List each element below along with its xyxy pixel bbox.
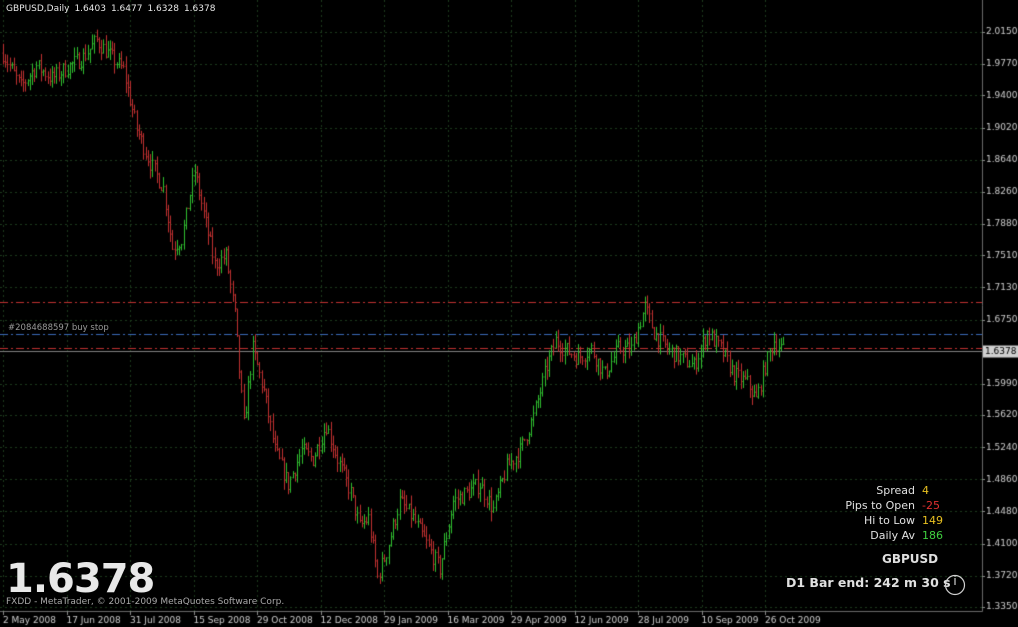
header-open: 1.6403 bbox=[74, 4, 106, 14]
bar-end-timer: D1 Bar end: 242 m 30 s bbox=[786, 575, 951, 590]
buy-stop-order-label[interactable]: #2084688597 buy stop bbox=[8, 323, 109, 333]
info-value: 186 bbox=[922, 529, 943, 542]
header-symbol: GBPUSD,Daily bbox=[6, 4, 70, 14]
info-value: 149 bbox=[922, 514, 943, 527]
copyright-text: FXDD - MetaTrader, © 2001-2009 MetaQuote… bbox=[6, 597, 285, 607]
info-panel: Spread 4 Pips to Open -25 Hi to Low 149 Dai… bbox=[845, 483, 950, 543]
info-row-pips-to-open: Pips to Open -25 bbox=[845, 498, 950, 513]
info-value: 4 bbox=[922, 484, 929, 497]
header-high: 1.6477 bbox=[110, 4, 143, 14]
clock-icon bbox=[944, 574, 966, 596]
info-row-daily-av: Daily Av 186 bbox=[845, 528, 950, 543]
header-close: 1.6378 bbox=[183, 4, 216, 14]
current-price-display: 1.6378 bbox=[6, 556, 155, 602]
info-value: -25 bbox=[922, 499, 940, 512]
info-row-spread: Spread 4 bbox=[845, 483, 950, 498]
chart-header: GBPUSD,Daily 1.6403 1.6477 1.6328 1.6378 bbox=[6, 4, 220, 14]
info-row-hi-to-low: Hi to Low 149 bbox=[845, 513, 950, 528]
symbol-title: GBPUSD bbox=[882, 552, 939, 566]
header-low: 1.6328 bbox=[147, 4, 179, 14]
